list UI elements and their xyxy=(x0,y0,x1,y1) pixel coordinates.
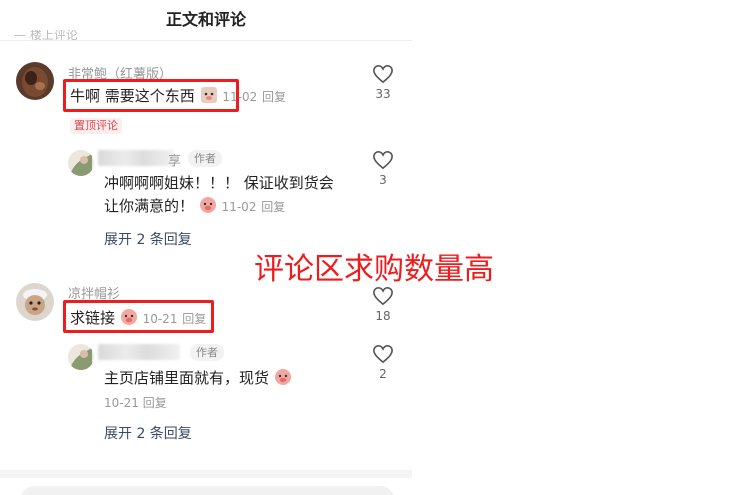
reply-meta: 10-21 回复 xyxy=(104,394,167,411)
reply-date: 11-02 xyxy=(221,200,257,214)
like-count: 3 xyxy=(379,173,387,187)
blurred-username xyxy=(98,150,174,166)
reply-link[interactable]: 回复 xyxy=(261,200,285,214)
heart-outline-icon xyxy=(373,286,393,306)
section-divider xyxy=(0,470,412,478)
heart-outline-icon xyxy=(373,150,393,170)
header-divider xyxy=(0,40,412,41)
reply-link[interactable]: 回复 xyxy=(262,90,286,104)
like-button[interactable]: 2 xyxy=(371,344,395,381)
expand-replies-link[interactable]: 展开 2 条回复 xyxy=(104,423,192,443)
reply-link[interactable]: 回复 xyxy=(143,396,167,410)
avatar[interactable] xyxy=(16,283,54,321)
reply-body: 主页店铺里面就有，现货 xyxy=(104,369,270,387)
avatar[interactable] xyxy=(16,62,54,100)
like-count: 2 xyxy=(379,367,387,381)
author-badge: 作者 xyxy=(190,344,224,361)
like-count: 33 xyxy=(375,87,391,101)
highlight-box xyxy=(63,300,214,333)
username-suffix: 享 xyxy=(168,154,182,169)
heart-outline-icon xyxy=(373,64,393,84)
pig-face-emoji-icon xyxy=(274,368,292,386)
scrolled-previous-comment: — 楼上评论 xyxy=(14,30,134,40)
like-button[interactable]: 3 xyxy=(371,150,395,187)
reply-body: 让你满意的！ xyxy=(104,197,195,215)
avatar[interactable] xyxy=(68,344,94,370)
expand-replies-link[interactable]: 展开 2 条回复 xyxy=(104,229,192,249)
reply-date: 10-21 xyxy=(104,396,139,410)
pinned-badge: 置顶评论 xyxy=(70,118,122,134)
heart-outline-icon xyxy=(373,344,393,364)
blurred-username xyxy=(98,344,180,360)
comment-input[interactable] xyxy=(20,486,395,495)
highlight-box xyxy=(63,79,239,112)
annotation-caption: 评论区求购数量高 xyxy=(254,252,494,287)
reply-text-line1: 冲啊啊啊姐妹！！！ 保证收到货会 xyxy=(104,174,334,192)
like-count: 18 xyxy=(375,309,391,323)
author-badge: 作者 xyxy=(188,150,222,167)
page-title: 正文和评论 xyxy=(165,10,246,29)
reply-text-line1: 主页店铺里面就有，现货 xyxy=(104,368,292,388)
avatar[interactable] xyxy=(68,150,94,176)
scrolled-text: — 楼上评论 xyxy=(14,30,78,40)
reply-text-line2: 让你满意的！ 11-02 回复 xyxy=(104,196,285,217)
like-button[interactable]: 33 xyxy=(371,64,395,101)
like-button[interactable]: 18 xyxy=(371,286,395,323)
pig-face-emoji-icon xyxy=(199,196,217,214)
